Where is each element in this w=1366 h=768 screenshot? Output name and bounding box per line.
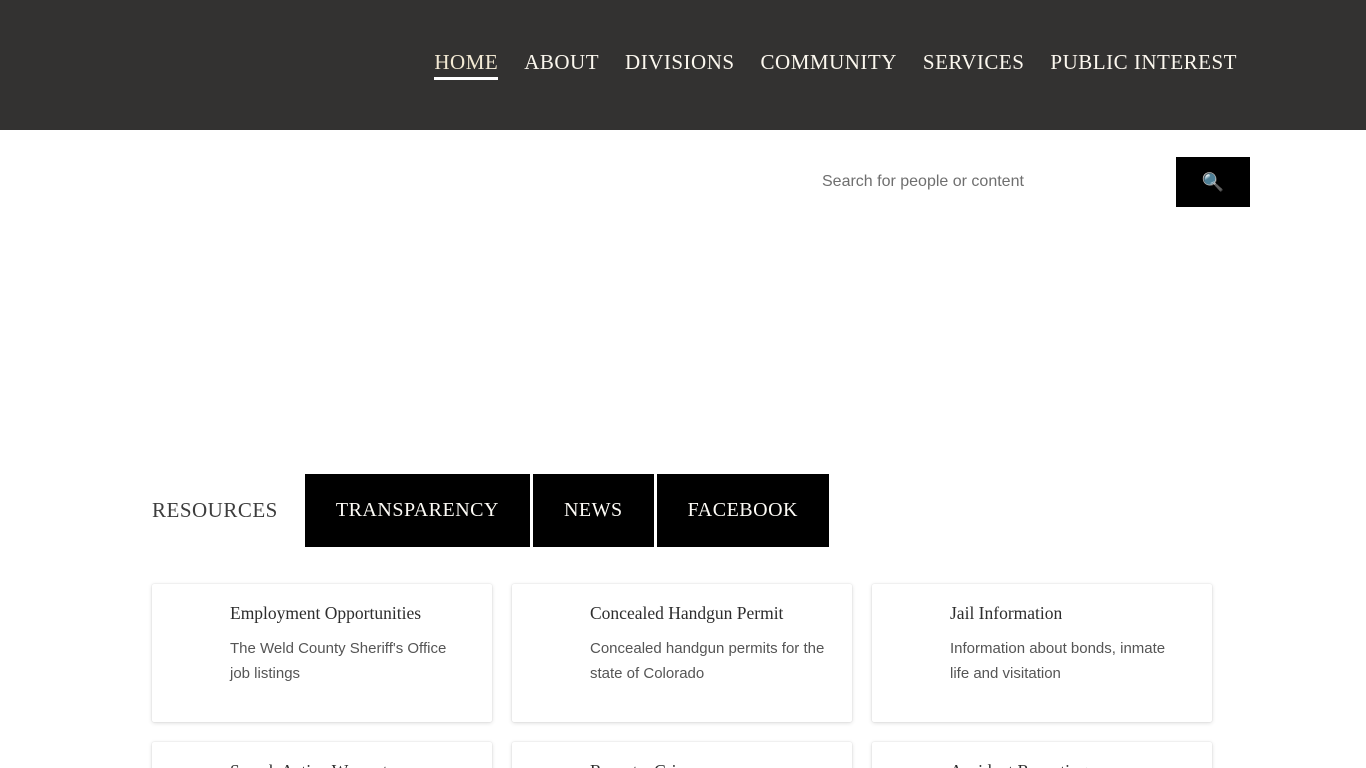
card-report-a-crime[interactable]: Report a Crime — [512, 742, 852, 768]
page: HOME ABOUT DIVISIONS COMMUNITY SERVICES … — [0, 0, 1366, 768]
card-title: Employment Opportunities — [230, 603, 472, 624]
card-jail-information[interactable]: Jail Information Information about bonds… — [872, 584, 1212, 722]
nav-item-community[interactable]: COMMUNITY — [761, 50, 897, 80]
card-description: The Weld County Sheriff's Office job lis… — [230, 636, 468, 686]
card-icon — [896, 606, 932, 642]
transparency-button[interactable]: TRANSPARENCY — [305, 474, 530, 547]
card-search-active-warrants[interactable]: Search Active Warrants — [152, 742, 492, 768]
card-description: Information about bonds, inmate life and… — [950, 636, 1188, 686]
card-icon — [896, 764, 932, 768]
resources-label: RESOURCES — [152, 474, 278, 547]
card-concealed-handgun-permit[interactable]: Concealed Handgun Permit Concealed handg… — [512, 584, 852, 722]
card-title: Report a Crime — [590, 761, 832, 768]
nav-item-about[interactable]: ABOUT — [524, 50, 599, 80]
resources-row: RESOURCES TRANSPARENCY NEWS FACEBOOK — [152, 474, 832, 547]
site-header: HOME ABOUT DIVISIONS COMMUNITY SERVICES … — [0, 0, 1366, 130]
card-icon — [536, 606, 572, 642]
card-title: Jail Information — [950, 603, 1192, 624]
card-description: Concealed handgun permits for the state … — [590, 636, 828, 686]
card-icon — [176, 606, 212, 642]
nav-item-divisions[interactable]: DIVISIONS — [625, 50, 735, 80]
nav-item-public-interest[interactable]: PUBLIC INTEREST — [1050, 50, 1237, 80]
news-button[interactable]: NEWS — [533, 474, 654, 547]
card-title: Concealed Handgun Permit — [590, 603, 832, 624]
search-button[interactable]: 🔍 — [1176, 157, 1250, 207]
nav-item-services[interactable]: SERVICES — [923, 50, 1025, 80]
card-title: Search Active Warrants — [230, 761, 472, 768]
card-icon — [176, 764, 212, 768]
search-icon: 🔍 — [1202, 172, 1224, 192]
main-nav: HOME ABOUT DIVISIONS COMMUNITY SERVICES … — [434, 0, 1237, 130]
card-title: Accident Reporting — [950, 761, 1192, 768]
nav-item-home[interactable]: HOME — [434, 50, 498, 80]
card-accident-reporting[interactable]: Accident Reporting — [872, 742, 1212, 768]
card-employment-opportunities[interactable]: Employment Opportunities The Weld County… — [152, 584, 492, 722]
card-icon — [536, 764, 572, 768]
search-input[interactable] — [822, 160, 1162, 204]
facebook-button[interactable]: FACEBOOK — [657, 474, 829, 547]
